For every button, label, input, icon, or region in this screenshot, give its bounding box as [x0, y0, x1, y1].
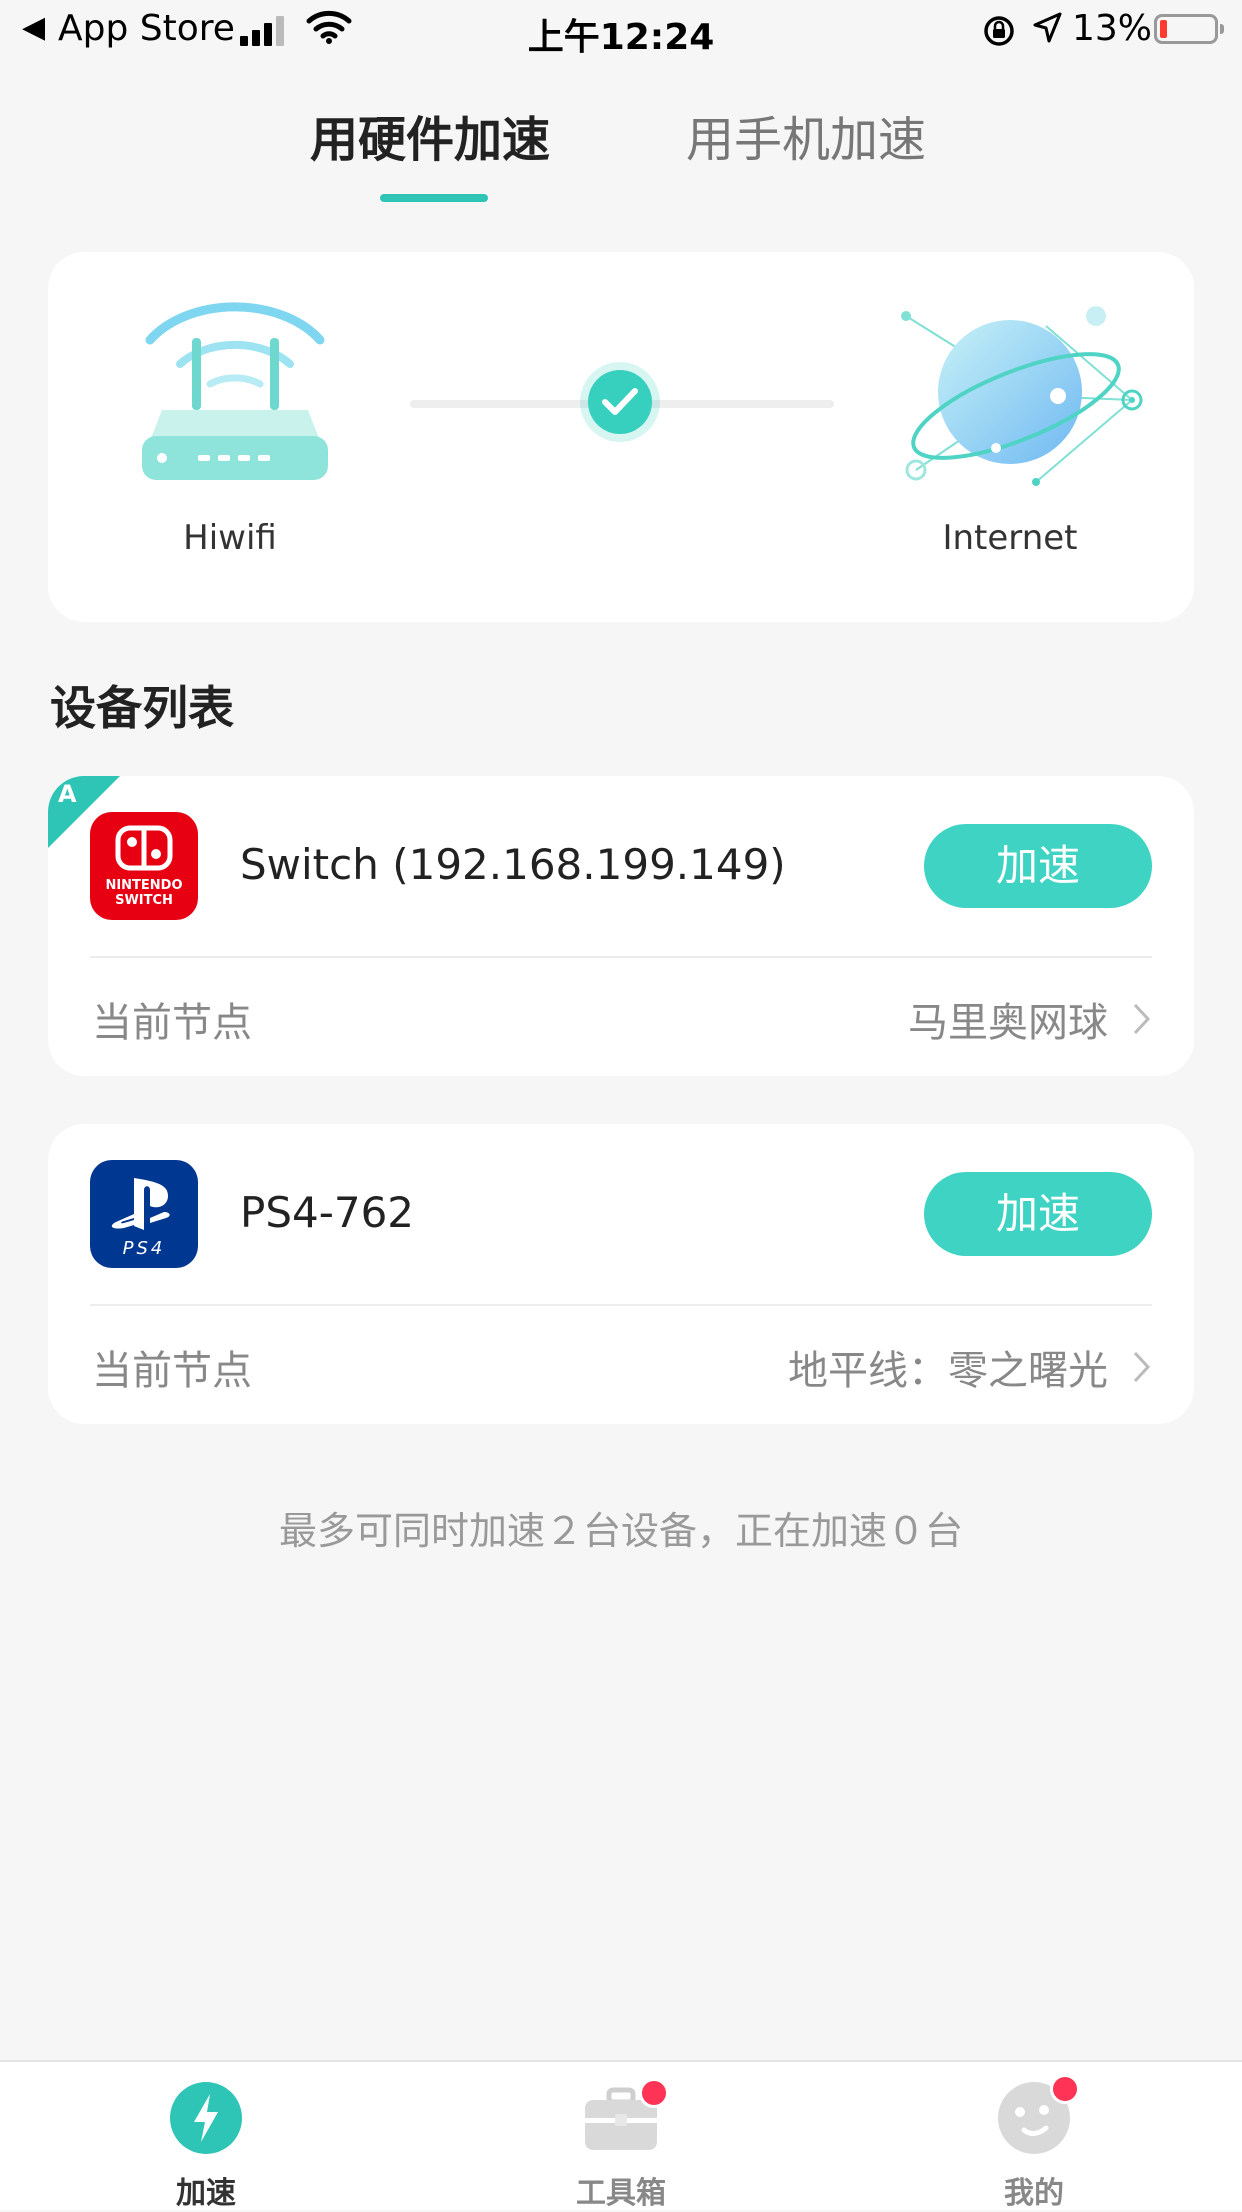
lightning-icon	[170, 2082, 242, 2154]
router-label: Hiwifi	[183, 518, 277, 558]
tab-hardware-accel[interactable]: 用硬件加速	[310, 100, 550, 170]
current-node-value[interactable]: 地平线：零之曙光	[788, 1338, 1108, 1396]
accelerate-button[interactable]: 加速	[924, 1172, 1152, 1256]
router-icon	[140, 298, 330, 492]
ps4-logo-text: PS4	[122, 1238, 166, 1259]
tab-phone-accel[interactable]: 用手机加速	[686, 100, 926, 170]
ps4-icon: PS4	[90, 1160, 198, 1268]
device-name: PS4-762	[240, 1188, 415, 1237]
nav-label: 我的	[1004, 2176, 1064, 2211]
nav-item-profile[interactable]: 我的	[934, 2062, 1134, 2211]
notification-dot	[639, 2078, 669, 2108]
current-node-label: 当前节点	[92, 1348, 252, 1394]
nav-item-accelerate[interactable]: 加速	[106, 2062, 306, 2211]
orientation-lock-icon	[982, 14, 1016, 57]
device-card-ps4[interactable]: PS4 PS4-762 加速 当前节点 地平线：零之曙光	[48, 1124, 1194, 1424]
planet-icon	[896, 296, 1146, 500]
battery-percentage: 13%	[1072, 8, 1153, 49]
nav-item-toolbox[interactable]: 工具箱	[521, 2062, 721, 2211]
current-node-value[interactable]: 马里奥网球	[908, 990, 1108, 1048]
divider	[90, 1304, 1152, 1306]
device-limit-note: 最多可同时加速２台设备，正在加速０台	[278, 1509, 963, 1553]
device-name: Switch (192.168.199.149)	[240, 840, 786, 889]
battery-icon	[1154, 14, 1224, 44]
active-tab-indicator	[380, 194, 488, 202]
nav-label: 工具箱	[576, 2176, 666, 2211]
notification-dot	[1050, 2074, 1080, 2104]
section-title: 设备列表	[50, 681, 234, 735]
chevron-right-icon[interactable]	[1132, 1002, 1152, 1040]
device-card-switch[interactable]: A NINTENDO SWITCH Switch (192.168.199.14…	[48, 776, 1194, 1076]
corner-badge-letter: A	[58, 780, 77, 808]
chevron-right-icon[interactable]	[1132, 1350, 1152, 1388]
accelerate-button[interactable]: 加速	[924, 824, 1152, 908]
nav-label: 加速	[176, 2176, 236, 2211]
switch-logo-text: NINTENDO SWITCH	[105, 878, 183, 908]
battery-level	[1160, 20, 1167, 38]
location-icon	[1032, 12, 1062, 53]
divider	[90, 956, 1152, 958]
bottom-nav: 加速 工具箱 我的	[0, 2060, 1242, 2211]
status-bar: ◀ App Store 上午12:24 13%	[0, 0, 1242, 64]
check-icon	[588, 370, 652, 434]
internet-label: Internet	[942, 518, 1078, 558]
nintendo-switch-icon: NINTENDO SWITCH	[90, 812, 198, 920]
current-node-label: 当前节点	[92, 1000, 252, 1046]
